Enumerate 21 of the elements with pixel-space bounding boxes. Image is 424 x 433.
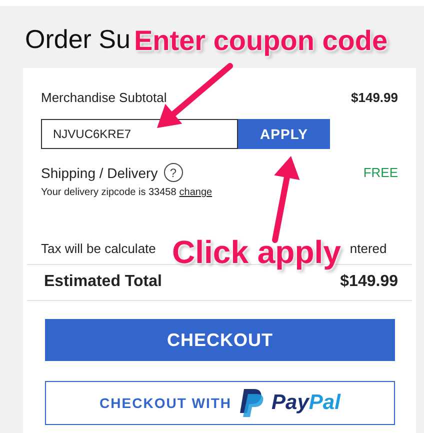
shipping-value: FREE	[363, 165, 398, 180]
page-title: Order Su	[25, 23, 130, 56]
help-icon[interactable]: ?	[164, 163, 183, 182]
annotation-text: Click apply	[172, 234, 341, 271]
merchandise-label: Merchandise Subtotal	[41, 90, 167, 105]
shipping-label: Shipping / Delivery	[41, 164, 158, 180]
apply-button[interactable]: APPLY	[238, 119, 330, 149]
merchandise-value: $149.99	[351, 90, 398, 105]
total-label: Estimated Total	[44, 273, 162, 291]
change-link[interactable]: change	[179, 187, 212, 198]
paypal-icon	[240, 389, 264, 417]
total-value: $149.99	[340, 273, 398, 291]
paypal-wordmark: PayPal	[272, 391, 340, 415]
tax-note: ntered	[350, 241, 387, 256]
paypal-button[interactable]: CHECKOUT WITH PayPal	[45, 381, 395, 425]
annotation-text: Enter coupon code	[134, 25, 388, 57]
tax-note: Tax will be calculate	[41, 241, 156, 256]
checkout-button[interactable]: CHECKOUT	[45, 319, 395, 361]
zipcode-text: Your delivery zipcode is 33458	[41, 187, 176, 198]
coupon-field[interactable]: NJVUC6KRE7	[41, 119, 238, 149]
paypal-label: CHECKOUT WITH	[100, 395, 232, 411]
